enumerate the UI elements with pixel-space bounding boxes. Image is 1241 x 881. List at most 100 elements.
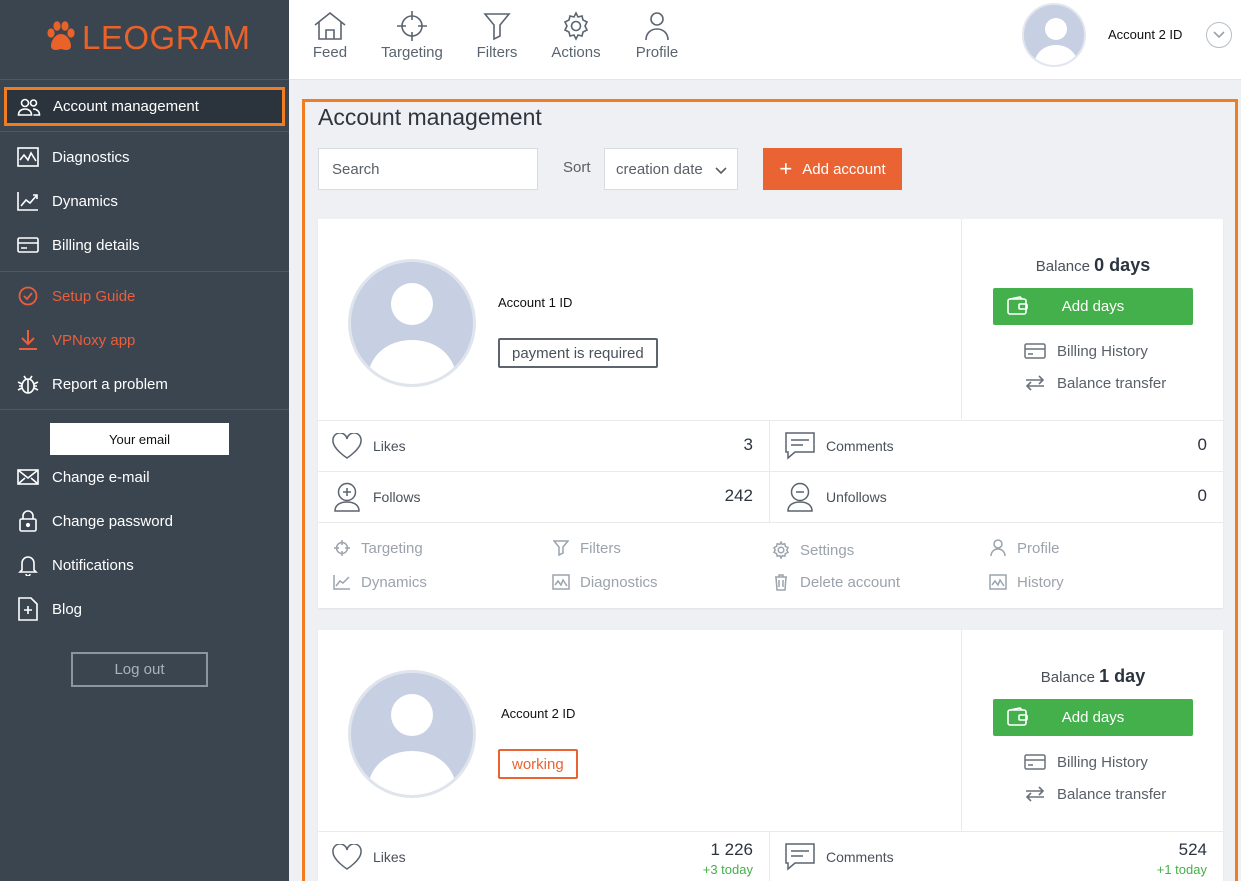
account-card: Account 2 ID working Balance 1 day Add d…	[318, 630, 1223, 881]
stat-unfollows: Unfollows 0	[771, 472, 1223, 523]
action-diagnostics[interactable]: Diagnostics	[551, 571, 658, 593]
avatar[interactable]	[348, 670, 476, 798]
add-days-label: Add days	[1061, 298, 1125, 315]
account-card: Account 1 ID payment is required Balance…	[318, 219, 1223, 608]
action-history[interactable]: History	[988, 571, 1064, 593]
sort-value: creation date	[616, 160, 703, 178]
paw-icon	[46, 20, 76, 57]
trend-chart-icon	[16, 189, 40, 213]
nav-feed[interactable]: Feed	[311, 8, 349, 68]
balance-panel: Balance 1 day Add days Billing History B…	[961, 630, 1223, 830]
action-targeting[interactable]: Targeting	[332, 537, 423, 559]
sidebar-item-diagnostics[interactable]: Diagnostics	[0, 135, 289, 179]
divider	[0, 79, 289, 80]
pulse-chart-icon	[16, 145, 40, 169]
sidebar-item-dynamics[interactable]: Dynamics	[0, 179, 289, 223]
billing-history-link[interactable]: Billing History	[1024, 751, 1148, 773]
action-delete-account[interactable]: Delete account	[771, 571, 900, 593]
action-dynamics[interactable]: Dynamics	[332, 571, 427, 593]
sidebar-item-notifications[interactable]: Notifications	[0, 543, 289, 587]
sidebar-item-label: Setup Guide	[52, 287, 136, 305]
sidebar-item-setup-guide[interactable]: Setup Guide	[0, 274, 289, 318]
sidebar-item-label: Blog	[52, 600, 83, 618]
comment-icon	[785, 431, 815, 461]
balance-value: 1 day	[1099, 666, 1146, 686]
envelope-icon	[16, 465, 40, 489]
chevron-down-icon[interactable]	[1206, 22, 1232, 48]
billing-history-link[interactable]: Billing History	[1024, 340, 1148, 362]
balance-panel: Balance 0 days Add days Billing History …	[961, 219, 1223, 419]
add-days-button[interactable]: Add days	[993, 699, 1193, 736]
filter-icon	[551, 540, 571, 556]
account-info: Account 1 ID payment is required	[318, 219, 961, 419]
divider	[0, 409, 289, 410]
gear-icon	[558, 8, 594, 44]
action-label: Targeting	[361, 539, 423, 557]
sidebar-item-label: Billing details	[52, 236, 140, 254]
action-settings[interactable]: Settings	[771, 539, 854, 561]
nav-actions[interactable]: Actions	[551, 8, 601, 68]
wallet-icon	[1007, 707, 1029, 731]
status-badge: payment is required	[498, 338, 658, 368]
stat-value: 3	[743, 435, 753, 454]
action-filters[interactable]: Filters	[551, 537, 621, 559]
stat-value: 0	[1197, 435, 1207, 454]
pulse-chart-icon	[988, 574, 1008, 590]
balance-transfer-link[interactable]: Balance transfer	[1024, 372, 1166, 394]
sidebar-item-label: Change password	[52, 512, 173, 530]
account-name[interactable]: Account 2 ID	[501, 706, 575, 721]
logo-text: LEOGRAM	[82, 19, 251, 56]
stat-label: Comments	[826, 849, 894, 865]
status-badge: working	[498, 749, 578, 779]
stat-label: Follows	[373, 489, 421, 505]
sidebar-item-vpnoxy-app[interactable]: VPNoxy app	[0, 318, 289, 362]
sidebar-item-blog[interactable]: Blog	[0, 587, 289, 631]
stats-row: Likes 1 226 +3 today Comments 524 +1 tod…	[318, 831, 1223, 881]
stat-likes: Likes 1 226 +3 today	[318, 832, 770, 881]
action-label: Filters	[580, 539, 621, 557]
nav-filters[interactable]: Filters	[477, 8, 517, 68]
search-input[interactable]	[318, 148, 538, 190]
nav-targeting[interactable]: Targeting	[380, 8, 444, 68]
user-email: Your email	[50, 423, 229, 455]
current-account-name[interactable]: Account 2 ID	[1108, 27, 1182, 42]
action-label: History	[1017, 573, 1064, 591]
nav-profile[interactable]: Profile	[635, 8, 679, 68]
action-profile[interactable]: Profile	[988, 537, 1060, 559]
add-account-label: Add account	[802, 160, 886, 178]
stat-value: 524	[1178, 840, 1207, 859]
divider	[0, 271, 289, 272]
logout-button[interactable]: Log out	[71, 652, 208, 687]
user-icon	[988, 539, 1008, 557]
stat-value: 0	[1197, 486, 1207, 505]
stat-follows: Follows 242	[318, 472, 770, 523]
account-name[interactable]: Account 1 ID	[498, 295, 572, 310]
sidebar-item-label: Dynamics	[52, 192, 118, 210]
stat-value: 242	[724, 486, 753, 505]
account-actions: Targeting Filters Settings Profile Dynam…	[318, 522, 1223, 607]
stat-label: Likes	[373, 438, 406, 454]
balance-transfer-link[interactable]: Balance transfer	[1024, 783, 1166, 805]
add-days-button[interactable]: Add days	[993, 288, 1193, 325]
nav-label: Targeting	[381, 44, 443, 61]
balance-label: Balance	[1035, 258, 1090, 275]
sidebar-item-account-management[interactable]: Account management	[4, 87, 285, 126]
action-label: Delete account	[800, 573, 901, 591]
avatar[interactable]	[1022, 3, 1086, 67]
stat-today: +1 today	[1156, 862, 1207, 877]
credit-card-icon	[1024, 343, 1046, 359]
add-account-button[interactable]: + Add account	[763, 148, 902, 190]
nav-label: Feed	[312, 44, 348, 61]
sort-select[interactable]: creation date	[604, 148, 738, 190]
action-label: Dynamics	[361, 573, 427, 591]
filter-icon	[479, 8, 515, 44]
check-circle-icon	[16, 284, 40, 308]
logo[interactable]: LEOGRAM	[46, 16, 251, 60]
sidebar-item-report-a-problem[interactable]: Report a problem	[0, 362, 289, 406]
stats-row: Follows 242 Unfollows 0	[318, 471, 1223, 523]
avatar[interactable]	[348, 259, 476, 387]
sidebar-item-change-password[interactable]: Change password	[0, 499, 289, 543]
sidebar-item-billing-details[interactable]: Billing details	[0, 223, 289, 267]
sidebar-item-change-email[interactable]: Change e-mail	[0, 455, 289, 499]
bell-icon	[16, 553, 40, 577]
